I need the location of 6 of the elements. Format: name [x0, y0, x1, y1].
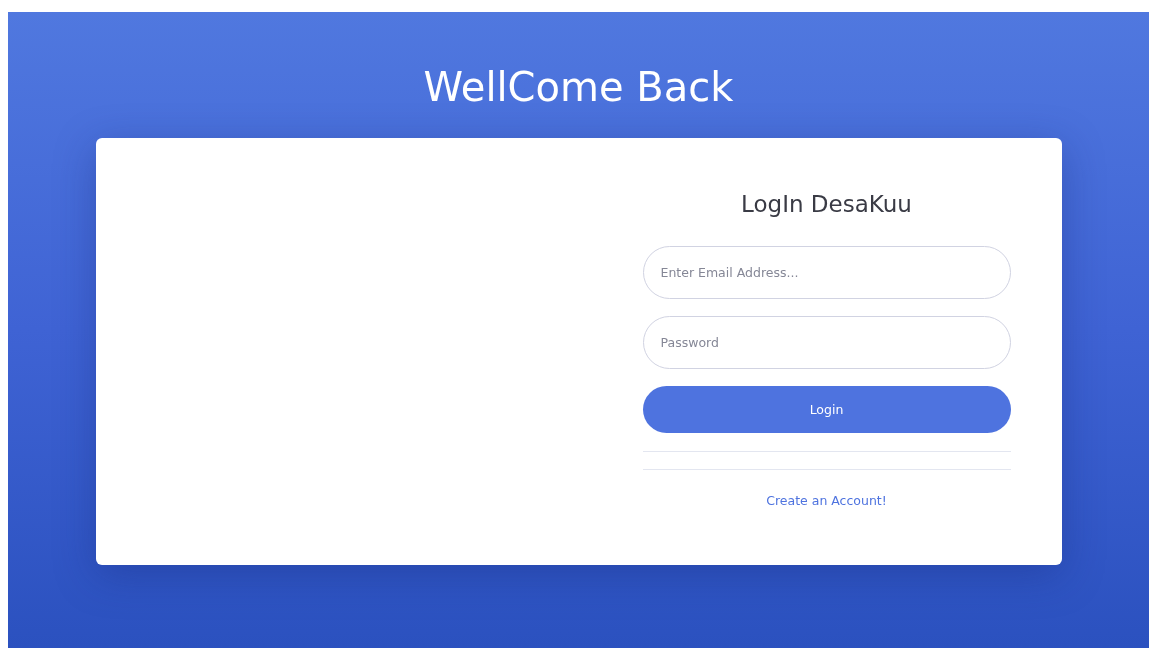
login-button[interactable]: Login [642, 386, 1011, 433]
input-field[interactable]: Enter Email Address... [642, 246, 1011, 299]
form-heading: LogIn DesaKuu [740, 190, 913, 219]
create-account-link[interactable]: Create an Account! [766, 493, 887, 508]
input-field[interactable]: Password [642, 316, 1011, 369]
page-title: WellCome Back [423, 63, 734, 112]
